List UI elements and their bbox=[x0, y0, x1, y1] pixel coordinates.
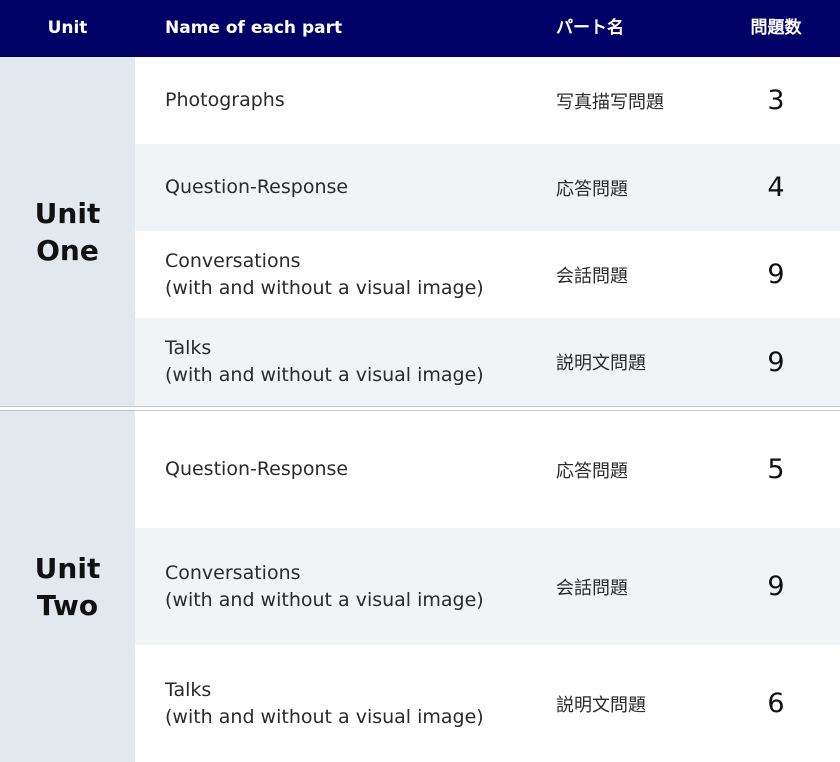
part-name-note: (with and without a visual image) bbox=[165, 705, 484, 728]
table-row: Talks (with and without a visual image) … bbox=[135, 645, 840, 762]
header-part-name: パート名 bbox=[556, 18, 624, 38]
part-name: Photographs bbox=[165, 89, 285, 111]
unit-one-label: Unit One bbox=[0, 57, 135, 406]
part-name-note: (with and without a visual image) bbox=[165, 588, 484, 611]
part-name-note: (with and without a visual image) bbox=[165, 364, 484, 386]
unit-title-line1: Unit bbox=[34, 551, 101, 585]
part-name: Talks bbox=[165, 678, 212, 701]
part-name-ja: 説明文問題 bbox=[556, 353, 646, 374]
table-row: Question-Response 応答問題 5 bbox=[135, 411, 840, 528]
part-name-cell: Question-Response bbox=[165, 144, 545, 231]
part-name-cell: Photographs bbox=[165, 57, 545, 144]
part-name-ja: 応答問題 bbox=[556, 460, 628, 482]
header-name: Name of each part bbox=[165, 18, 343, 38]
part-name: Question-Response bbox=[165, 176, 349, 198]
part-name-cell: Conversations (with and without a visual… bbox=[165, 231, 545, 318]
unit-title-line2: Two bbox=[36, 588, 99, 622]
part-name-ja: 応答問題 bbox=[556, 178, 628, 200]
unit-two-label: Unit Two bbox=[0, 411, 135, 762]
part-name-cell: Conversations (with and without a visual… bbox=[165, 528, 545, 645]
part-name-cell: Question-Response bbox=[165, 411, 545, 528]
part-name: Conversations bbox=[165, 561, 301, 584]
question-count: 4 bbox=[767, 172, 785, 203]
part-name-cell: Talks (with and without a visual image) bbox=[165, 318, 545, 406]
unit-one-group: Unit One Photographs 写真描写問題 3 Question-R… bbox=[0, 57, 840, 406]
question-count: 9 bbox=[767, 571, 785, 602]
unit-title-line2: One bbox=[36, 233, 99, 267]
part-name: Conversations bbox=[165, 249, 301, 272]
part-name-cell: Talks (with and without a visual image) bbox=[165, 645, 545, 762]
part-name-ja: 説明文問題 bbox=[556, 694, 646, 716]
part-name-ja: 写真描写問題 bbox=[556, 91, 664, 113]
part-name: Question-Response bbox=[165, 458, 349, 480]
part-name-ja: 会話問題 bbox=[556, 577, 628, 599]
header-unit: Unit bbox=[47, 18, 88, 38]
parts-table: Unit Name of each part パート名 問題数 Unit One… bbox=[0, 0, 840, 762]
question-count: 5 bbox=[767, 454, 785, 485]
part-name: Talks bbox=[165, 337, 212, 359]
unit-title-line1: Unit bbox=[34, 196, 101, 230]
question-count: 9 bbox=[767, 259, 785, 290]
question-count: 6 bbox=[767, 688, 785, 719]
part-name-ja: 会話問題 bbox=[556, 265, 628, 287]
question-count: 3 bbox=[767, 85, 785, 116]
table-header: Unit Name of each part パート名 問題数 bbox=[0, 0, 840, 57]
table-row: Talks (with and without a visual image) … bbox=[135, 318, 840, 406]
unit-two-group: Unit Two Question-Response 応答問題 5 Conver… bbox=[0, 411, 840, 762]
part-name-note: (with and without a visual image) bbox=[165, 276, 484, 299]
table-row: Photographs 写真描写問題 3 bbox=[135, 57, 840, 144]
header-question-count: 問題数 bbox=[750, 18, 802, 38]
question-count: 9 bbox=[767, 346, 785, 378]
table-row: Question-Response 応答問題 4 bbox=[135, 144, 840, 231]
table-row: Conversations (with and without a visual… bbox=[135, 231, 840, 318]
table-row: Conversations (with and without a visual… bbox=[135, 528, 840, 645]
